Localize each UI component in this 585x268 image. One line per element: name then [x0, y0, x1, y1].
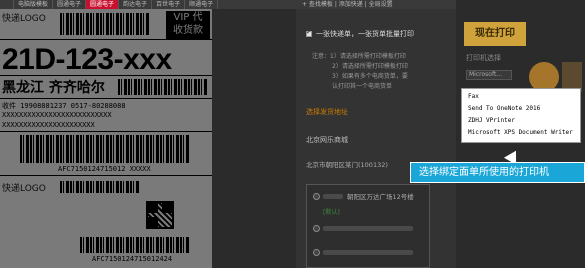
tab-template-active[interactable]: 圆通电子 [86, 0, 120, 9]
tab-template-4[interactable]: 韵达电子 [119, 0, 153, 9]
print-settings-panel: 一张快递单，一张货单批量打印 注意：1）请选择所需打印模板打印 2）请选择所需打… [296, 9, 456, 268]
divider [0, 175, 212, 176]
tab-template-1[interactable]: 电脑版模板 [14, 0, 54, 9]
divider [0, 131, 212, 132]
printer-option-onenote[interactable]: Send To OneNote 2016 [468, 105, 540, 112]
printer-option-fax[interactable]: Fax [468, 93, 479, 100]
printer-option-vprinter[interactable]: ZDHJ VPrinter [468, 117, 515, 124]
divider [0, 39, 212, 40]
address-line: 朝阳区万达广场12号楼 [347, 193, 414, 201]
checkbox-icon[interactable] [306, 28, 312, 37]
printer-dropdown: Fax Send To OneNote 2016 ZDHJ VPrinter M… [461, 88, 581, 143]
waybill-address-1: XXXXXXXXXXXXXXXXXXXXXXXXXX [2, 111, 112, 119]
waybill-address-2: XXXXXXXXXXXXXXXXXXXXXX [2, 121, 95, 129]
tab-template-5[interactable]: 百世电子 [152, 0, 186, 9]
printer-option-xps[interactable]: Microsoft XPS Document Writer [468, 129, 573, 136]
batch-print-option[interactable]: 一张快递单，一张货单批量打印 [306, 28, 414, 39]
select-address-title: 选择发货地址 [306, 108, 348, 116]
note-line-1: 注意：1）请选择所需打印模板打印 [312, 53, 406, 60]
tab-bar: 电脑版模板 圆通电子 圆通电子 韵达电子 百世电子 顺通电子 [0, 0, 300, 9]
waybill-phone: 收件 19908881237 0517-80288088 [2, 102, 126, 110]
divider [0, 75, 212, 76]
blurred-text [323, 194, 343, 199]
tab-home[interactable] [0, 0, 14, 9]
waybill-logo: 快递LOGO [2, 14, 46, 24]
main-barcode [20, 135, 190, 163]
address-radio-1[interactable] [313, 193, 320, 200]
panel-header[interactable]: + 查找模板 | 添加快递 | 全局设置 [296, 0, 456, 9]
printer-hint-callout: 选择绑定面单所使用的打印机 [410, 162, 585, 183]
store-name: 北京网乐商城 [306, 136, 348, 144]
waybill-preview: 快递LOGO VIP 代 收货款 21D-123-xxx 黑龙江 齐齐哈尔 收件… [0, 9, 212, 268]
waybill-logo-bottom: 快递LOGO [2, 184, 46, 194]
waybill-city: 黑龙江 齐齐哈尔 [2, 80, 105, 96]
default-tag: [默认] [323, 209, 340, 216]
vip-line-1: VIP 代 [173, 12, 203, 23]
vip-line-2: 收货款 [173, 25, 203, 36]
top-barcode [60, 13, 150, 35]
note-line-4: 认打印其一个电商货单 [332, 83, 393, 90]
note-line-3: 3）如果有多个电商货单，要 [332, 73, 408, 80]
qr-code [146, 201, 174, 229]
blurred-text [323, 250, 413, 255]
printer-select[interactable]: Microsoft... [466, 70, 512, 80]
printer-select-label: 打印机选择 [466, 54, 501, 62]
waybill-big-code: 21D-123-xxx [2, 43, 172, 76]
bottom-barcode-small [60, 181, 140, 193]
tab-template-2[interactable]: 圆通电子 [53, 0, 87, 9]
bottom-barcode-number: AFC7150124715012424 [92, 255, 173, 263]
barcode-number: AFC7150124715012 XXXXX [58, 165, 151, 173]
store-address: 北京市朝阳区某门(100132) [306, 161, 388, 169]
blurred-text [323, 226, 413, 231]
print-now-button[interactable]: 现在打印 [464, 22, 526, 46]
waybill-vip-badge: VIP 代 收货款 [166, 11, 210, 39]
batch-print-label: 一张快递单，一张货单批量打印 [316, 30, 414, 38]
divider [0, 98, 212, 99]
address-radio-2[interactable] [313, 225, 320, 232]
city-barcode [118, 79, 208, 95]
note-line-2: 2）请选择所需打印模板打印 [332, 63, 408, 70]
address-radio-3[interactable] [313, 249, 320, 256]
tab-template-6[interactable]: 顺通电子 [185, 0, 219, 9]
address-list: 朝阳区万达广场12号楼 [默认] [306, 184, 430, 268]
bottom-barcode [80, 237, 190, 253]
